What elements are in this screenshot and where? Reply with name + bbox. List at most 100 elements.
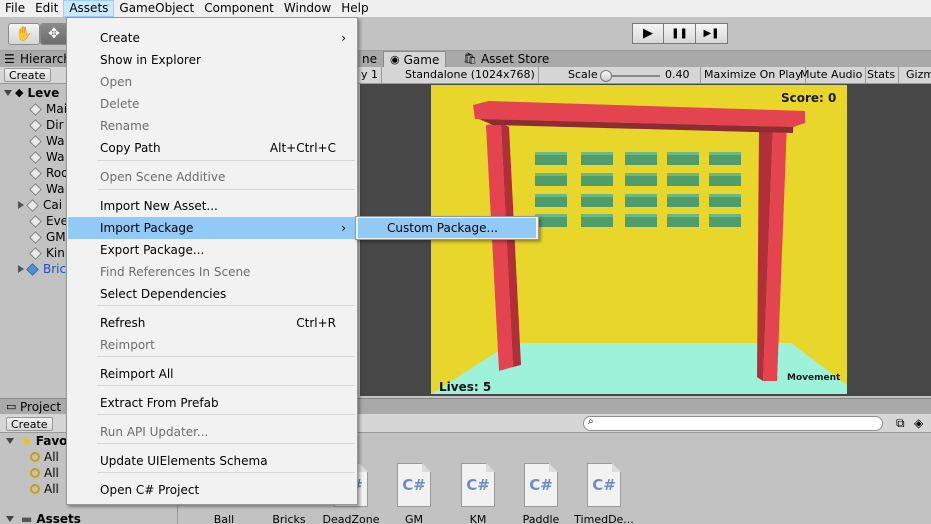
favorite-label: All xyxy=(44,466,59,480)
menu-item[interactable]: Extract From Prefab xyxy=(68,392,356,414)
gizmos-dropdown[interactable]: Gizm xyxy=(903,67,931,83)
hierarchy-item-label: Wa xyxy=(46,182,65,196)
asset-label: Ball xyxy=(213,513,235,524)
menu-help[interactable]: Help xyxy=(336,0,373,17)
resolution-dropdown[interactable]: Standalone (1024x768) xyxy=(402,67,539,83)
move-tool-button[interactable]: ✥ xyxy=(40,23,68,45)
gameobject-icon xyxy=(29,214,42,228)
hand-tool-button[interactable]: ✋ xyxy=(8,23,40,45)
filter-icon[interactable]: ⧉ xyxy=(896,416,905,431)
project-search-field[interactable]: ⌕ xyxy=(583,416,883,431)
favorites-label: Favo xyxy=(35,434,68,448)
menu-component[interactable]: Component xyxy=(199,0,279,17)
asset-tile[interactable]: C# GM xyxy=(384,463,444,524)
assets-folder-row[interactable]: ▬ Assets xyxy=(6,512,81,524)
scale-slider-thumb[interactable] xyxy=(600,70,612,82)
project-create-dropdown[interactable]: Create xyxy=(6,417,53,431)
favorites-row[interactable]: ★ Favo xyxy=(6,434,67,448)
scene-name: Leve xyxy=(27,86,60,100)
menu-separator xyxy=(97,160,355,161)
gameobject-icon xyxy=(29,230,42,244)
tab-game[interactable]: ◉ Game xyxy=(383,51,447,67)
play-button[interactable]: ▶ xyxy=(632,23,664,44)
menu-item[interactable]: Open C# Project xyxy=(68,479,356,501)
hierarchy-tab[interactable]: Hierarch xyxy=(20,51,71,67)
brick xyxy=(667,214,699,227)
menu-separator xyxy=(97,189,355,190)
tab-scene-label: ne xyxy=(362,52,377,66)
menu-separator xyxy=(97,385,355,386)
gameobject-icon xyxy=(26,198,39,212)
menu-item[interactable]: Select Dependencies xyxy=(68,283,356,305)
menu-item-label: Rename xyxy=(100,119,150,133)
csharp-script-icon: C# xyxy=(397,463,431,507)
expand-triangle-icon[interactable] xyxy=(18,265,24,273)
asset-tile[interactable]: C# TimedDe... xyxy=(574,463,634,524)
menu-item[interactable]: Show in Explorer xyxy=(68,49,356,71)
menu-item: Run API Updater... xyxy=(68,421,356,443)
gameobject-icon xyxy=(29,150,42,164)
pause-button[interactable]: ❚❚ xyxy=(664,23,696,44)
favorite-all-models[interactable]: All xyxy=(30,466,59,480)
move-tool-icon: ✥ xyxy=(48,26,60,42)
custom-package-item[interactable]: Custom Package... xyxy=(358,218,536,238)
tab-asset-store[interactable]: 🛍 Asset Store xyxy=(457,51,555,67)
menu-item[interactable]: Refresh Ctrl+R xyxy=(68,312,356,334)
expand-triangle-icon[interactable] xyxy=(18,201,24,209)
hierarchy-tab-icon: ☰ xyxy=(4,52,15,66)
scale-value: 0.40 xyxy=(665,68,690,81)
favorite-all-prefabs[interactable]: All xyxy=(30,482,59,496)
asset-label: KM xyxy=(469,513,487,524)
menu-window[interactable]: Window xyxy=(279,0,336,17)
favorite-all-materials[interactable]: All xyxy=(30,450,59,464)
asset-tile[interactable]: C# Paddle xyxy=(511,463,571,524)
menu-item-label: Select Dependencies xyxy=(100,287,227,301)
mute-audio-toggle[interactable]: Mute Audio xyxy=(797,67,867,83)
menu-item[interactable]: Update UIElements Schema xyxy=(68,450,356,472)
search-icon xyxy=(30,484,40,494)
stats-toggle[interactable]: Stats xyxy=(864,67,900,83)
tab-scene[interactable]: ne xyxy=(356,51,383,67)
menu-gameobject[interactable]: GameObject xyxy=(114,0,199,17)
gameobject-icon xyxy=(29,166,42,180)
brick xyxy=(581,214,613,227)
asset-label: TimedDe... xyxy=(574,513,634,524)
brick xyxy=(667,152,699,165)
menu-item-label: Export Package... xyxy=(100,243,205,257)
asset-tile[interactable]: C# KM xyxy=(448,463,508,524)
brick xyxy=(581,194,613,207)
hierarchy-create-dropdown[interactable]: Create xyxy=(4,68,51,82)
menu-item-label: Refresh xyxy=(100,316,146,330)
hierarchy-item-label: GM xyxy=(46,230,66,244)
menu-item[interactable]: Create › xyxy=(68,27,356,49)
collapse-triangle-icon[interactable] xyxy=(4,90,12,96)
game-tab-bar: ne ◉ Game 🛍 Asset Store xyxy=(360,51,931,67)
collapse-triangle-icon[interactable] xyxy=(6,516,14,522)
menu-item: Rename xyxy=(68,115,356,137)
display-dropdown[interactable]: y 1 xyxy=(358,67,383,83)
menu-item[interactable]: Export Package... xyxy=(68,239,356,261)
menu-item[interactable]: Import New Asset... xyxy=(68,195,356,217)
scene-row[interactable]: ◆ Leve xyxy=(4,85,74,101)
submenu-arrow-icon: › xyxy=(341,221,346,235)
maximize-on-play-toggle[interactable]: Maximize On Play xyxy=(700,67,806,83)
menu-bar: File Edit Assets GameObject Component Wi… xyxy=(0,0,931,17)
menu-item: Open xyxy=(68,71,356,93)
menu-item[interactable]: Import Package › xyxy=(68,217,356,239)
menu-item-label: Run API Updater... xyxy=(100,425,209,439)
menu-item-label: Reimport xyxy=(100,338,155,352)
search-icon xyxy=(30,452,40,462)
menu-item[interactable]: Copy Path Alt+Ctrl+C xyxy=(68,137,356,159)
gameobject-icon xyxy=(29,118,42,132)
menu-item[interactable]: Reimport All xyxy=(68,363,356,385)
step-button[interactable]: ▶❚ xyxy=(696,23,728,44)
menu-file[interactable]: File xyxy=(0,0,30,17)
assets-label: Assets xyxy=(36,512,81,524)
label-icon[interactable]: ◈ xyxy=(914,416,923,430)
menu-assets[interactable]: Assets xyxy=(63,0,115,17)
project-tab[interactable]: Project xyxy=(20,399,61,415)
gameobject-icon xyxy=(29,102,42,116)
menu-edit[interactable]: Edit xyxy=(30,0,63,17)
collapse-triangle-icon[interactable] xyxy=(6,438,14,444)
step-icon: ▶❚ xyxy=(703,28,720,39)
